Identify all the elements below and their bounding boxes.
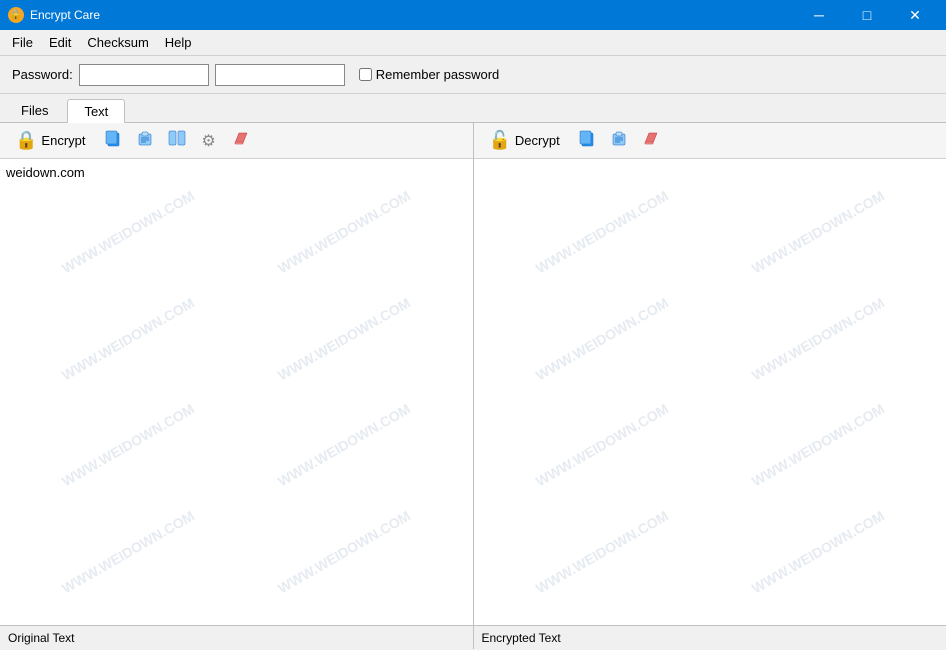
left-clear-button[interactable] (227, 127, 255, 155)
decrypt-button[interactable]: 🔓 Decrypt (480, 126, 569, 155)
menu-file[interactable]: File (4, 32, 41, 53)
password-input-2[interactable] (215, 64, 345, 86)
remember-password-text: Remember password (376, 67, 500, 82)
eraser-icon-right (642, 129, 660, 152)
right-panel: 🔓 Decrypt (474, 123, 946, 625)
left-status: Original Text (0, 626, 474, 649)
status-bar: Original Text Encrypted Text (0, 625, 946, 649)
columns-icon (168, 129, 186, 152)
remember-password-label[interactable]: Remember password (359, 67, 500, 82)
right-status: Encrypted Text (474, 626, 946, 649)
eraser-icon (232, 129, 250, 152)
app-icon: 🔒 (8, 7, 24, 23)
lock-closed-icon: 🔒 (15, 130, 37, 151)
encrypt-button[interactable]: 🔒 Encrypt (6, 126, 95, 155)
paste-icon (136, 129, 154, 152)
password-bar: Password: Remember password (0, 56, 946, 94)
original-text-status: Original Text (8, 631, 74, 645)
right-clear-button[interactable] (637, 127, 665, 155)
minimize-button[interactable]: ─ (796, 0, 842, 30)
menu-help[interactable]: Help (157, 32, 200, 53)
right-content: WWW.WEIDOWN.COM WWW.WEIDOWN.COM WWW.WEID… (474, 159, 946, 625)
panels: 🔒 Encrypt (0, 123, 946, 625)
tab-text[interactable]: Text (67, 99, 125, 123)
paste-icon-right (610, 129, 628, 152)
left-content: weidown.com WWW.WEIDOWN.COM WWW.WEIDOWN.… (0, 159, 473, 625)
tab-files[interactable]: Files (4, 98, 65, 122)
title-bar: 🔒 Encrypt Care ─ □ ✕ (0, 0, 946, 30)
left-paste-button[interactable] (131, 127, 159, 155)
lock-open-icon: 🔓 (489, 130, 511, 151)
window-title: Encrypt Care (30, 8, 796, 22)
gear-icon: ⚙ (201, 131, 215, 151)
right-copy-button[interactable] (573, 127, 601, 155)
copy-icon-right (578, 129, 596, 152)
left-panel: 🔒 Encrypt (0, 123, 474, 625)
original-text-area[interactable]: weidown.com (0, 159, 473, 625)
left-settings-button[interactable]: ⚙ (195, 127, 223, 155)
menu-bar: File Edit Checksum Help (0, 30, 946, 56)
right-toolbar: 🔓 Decrypt (474, 123, 946, 159)
main-area: 🔒 Encrypt (0, 123, 946, 649)
copy-icon (104, 129, 122, 152)
remember-password-checkbox[interactable] (359, 68, 372, 81)
encrypted-text-area[interactable] (474, 159, 946, 625)
close-button[interactable]: ✕ (892, 0, 938, 30)
right-paste-button[interactable] (605, 127, 633, 155)
menu-edit[interactable]: Edit (41, 32, 79, 53)
window-controls: ─ □ ✕ (796, 0, 938, 30)
left-columns-button[interactable] (163, 127, 191, 155)
encrypt-label: Encrypt (41, 133, 85, 148)
tab-bar: Files Text (0, 94, 946, 123)
left-toolbar: 🔒 Encrypt (0, 123, 473, 159)
maximize-button[interactable]: □ (844, 0, 890, 30)
encrypted-text-status: Encrypted Text (482, 631, 561, 645)
password-input-1[interactable] (79, 64, 209, 86)
password-label: Password: (12, 67, 73, 82)
decrypt-label: Decrypt (515, 133, 560, 148)
menu-checksum[interactable]: Checksum (79, 32, 156, 53)
left-copy-button[interactable] (99, 127, 127, 155)
